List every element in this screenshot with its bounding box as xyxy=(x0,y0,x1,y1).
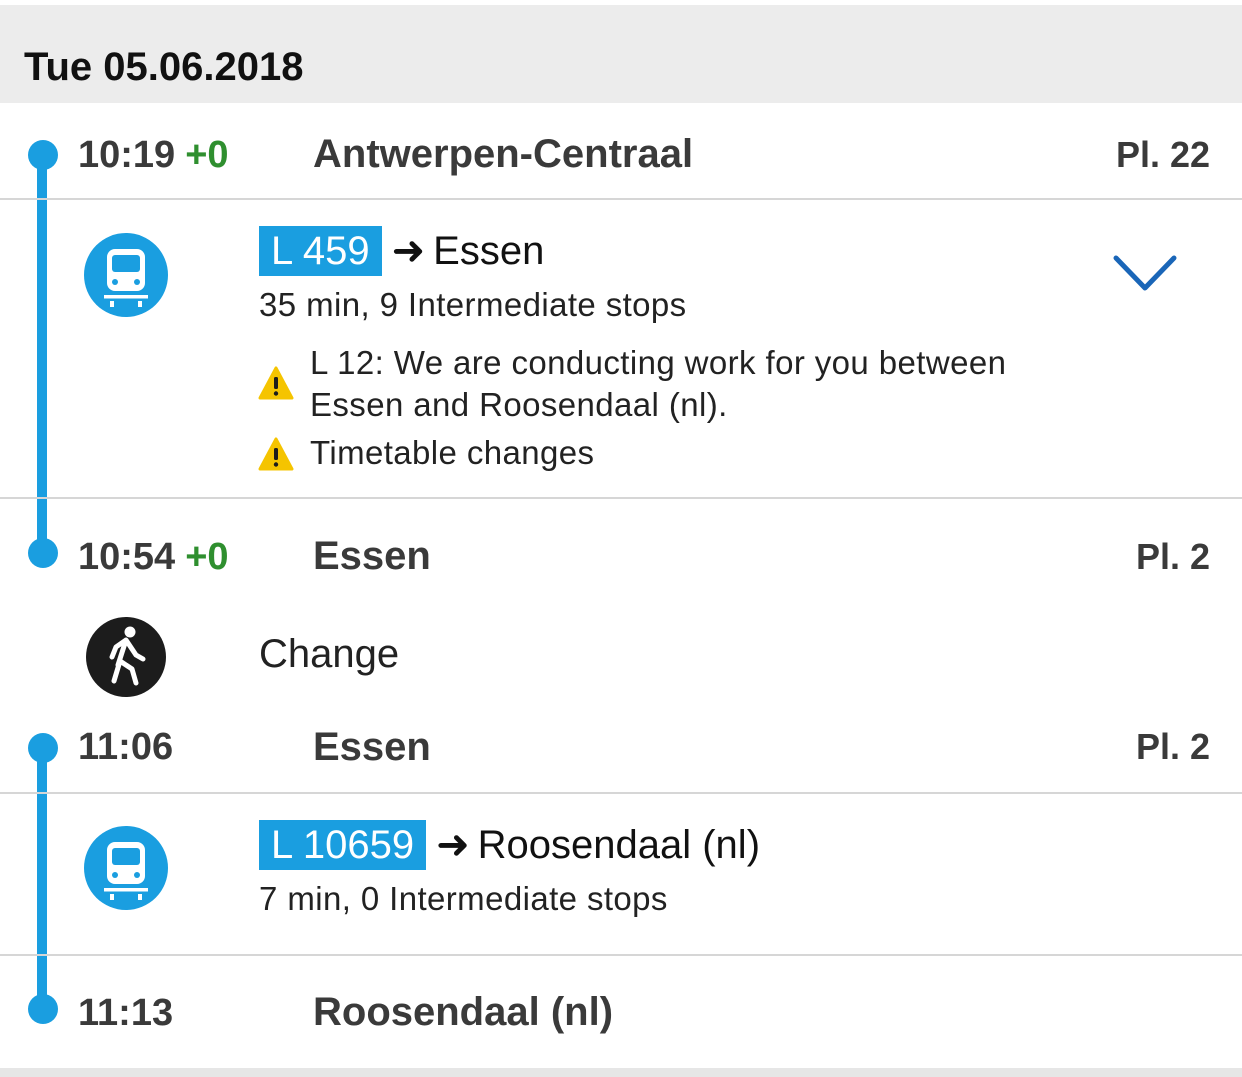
walk-icon xyxy=(86,617,166,697)
service-destination: Essen xyxy=(433,229,545,273)
chevron-down-icon[interactable] xyxy=(1112,252,1178,294)
notice-text-2[interactable]: Timetable changes xyxy=(310,432,594,474)
line-badge[interactable]: L 10659 xyxy=(259,820,427,870)
warning-icon xyxy=(258,366,294,400)
service-section-1[interactable]: L 459 ➜ Essen 35 min, 9 Intermediate stops… xyxy=(0,200,1242,498)
time-value: 10:19 xyxy=(78,134,176,176)
arrival-time: 11:13 xyxy=(78,992,174,1034)
notice-line: Essen and Roosendaal (nl). xyxy=(310,386,728,423)
notice-text-1[interactable]: L 12: We are conducting work for you bet… xyxy=(310,342,1006,426)
service-details: 7 min, 0 Intermediate stops xyxy=(259,880,668,917)
train-icon xyxy=(84,826,168,910)
line-badge[interactable]: L 459 xyxy=(259,226,382,276)
delay-value: +0 xyxy=(185,536,229,578)
warning-icon xyxy=(258,437,294,471)
delay-value: +0 xyxy=(185,134,229,176)
divider xyxy=(0,497,1242,499)
arrow-icon: ➜ xyxy=(436,823,470,867)
time-value: 10:54 xyxy=(78,536,176,578)
departure-time: 10:19 +0 xyxy=(78,134,229,177)
change-label: Change xyxy=(259,632,400,676)
service-line: L 10659 ➜ Roosendaal (nl) xyxy=(259,820,760,870)
stop-row-arrival-2[interactable]: 11:13 Roosendaal (nl) xyxy=(0,956,1242,1066)
date-header: Tue 05.06.2018 xyxy=(0,5,1242,103)
notice-line: Timetable changes xyxy=(310,434,595,471)
service-section-2[interactable]: L 10659 ➜ Roosendaal (nl) 7 min, 0 Interme… xyxy=(0,794,1242,954)
platform-label: Pl. 22 xyxy=(1115,134,1210,175)
service-line: L 459 ➜ Essen xyxy=(259,226,544,276)
stop-row-departure-2[interactable]: 11:06 Essen Pl. 2 xyxy=(0,700,1242,792)
stop-row-departure-1[interactable]: 10:19 +0 Antwerpen-Centraal Pl. 22 xyxy=(0,104,1242,199)
bottom-strip xyxy=(0,1068,1242,1077)
station-name: Roosendaal (nl) xyxy=(313,990,614,1034)
departure-time: 11:06 xyxy=(78,726,174,768)
journey-date: Tue 05.06.2018 xyxy=(24,45,304,89)
stop-row-arrival-1[interactable]: 10:54 +0 Essen Pl. 2 xyxy=(0,500,1242,610)
train-icon xyxy=(84,233,168,317)
station-name: Antwerpen-Centraal xyxy=(313,132,694,176)
station-name: Essen xyxy=(313,725,431,769)
arrow-icon: ➜ xyxy=(391,229,426,273)
service-details: 35 min, 9 Intermediate stops xyxy=(259,286,687,323)
platform-label: Pl. 2 xyxy=(1135,536,1210,577)
platform-label: Pl. 2 xyxy=(1135,726,1210,767)
notice-line: L 12: We are conducting work for you bet… xyxy=(310,344,1007,381)
station-name: Essen xyxy=(313,534,431,578)
arrival-time: 10:54 +0 xyxy=(78,536,229,579)
service-destination: Roosendaal (nl) xyxy=(477,823,761,867)
